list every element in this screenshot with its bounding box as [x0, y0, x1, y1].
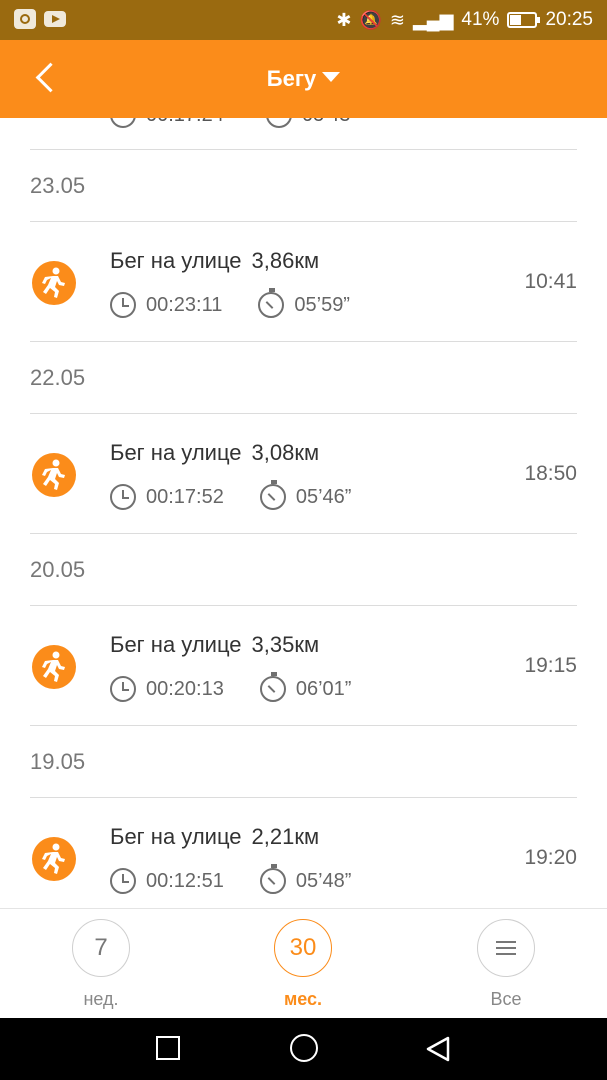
clock-icon	[110, 484, 136, 510]
stopwatch-icon	[259, 672, 286, 702]
distance: 3,08км	[251, 440, 320, 465]
clock-time: 20:25	[545, 9, 593, 30]
week-circle: 7	[72, 919, 130, 977]
list-item[interactable]: Бег на улице 3,35км 00:20:13 06’01” 19:15	[30, 606, 577, 726]
list-item[interactable]: Бег на улице 2,21км 00:12:51 05’48” 19:20	[30, 798, 577, 908]
battery-icon	[507, 12, 541, 28]
clock-icon	[110, 676, 136, 702]
tab-all[interactable]: Все	[446, 919, 566, 1010]
running-icon	[32, 837, 76, 881]
entry-meta: 00:12:51 05’48”	[110, 864, 352, 894]
date-header: 22.05	[30, 342, 577, 414]
entry-title: Бег на улице 3,86км	[110, 248, 319, 274]
notification-icons	[14, 9, 66, 29]
date-header: 20.05	[30, 534, 577, 606]
tab-label: Все	[490, 989, 522, 1009]
stopwatch-icon	[259, 480, 286, 510]
pace: 05’48”	[295, 869, 352, 892]
clock-icon	[110, 118, 136, 128]
activity-name: Бег на улице	[110, 248, 242, 273]
youtube-icon	[44, 11, 66, 27]
duration: 00:12:51	[146, 869, 224, 892]
distance: 2,21км	[251, 824, 320, 849]
date-header: 23.05	[30, 150, 577, 222]
pace: 06’01”	[295, 677, 352, 700]
mute-icon: 🔕	[359, 10, 382, 30]
caret-down-icon	[322, 72, 341, 83]
activity-name: Бег на улице	[110, 824, 242, 849]
list-item[interactable]: Бег на улице 3,08км 00:17:52 05’46” 18:50	[30, 414, 577, 534]
activity-list[interactable]: 00:17:24 05'43" 23.05 Бег на улице 3,86км…	[0, 118, 607, 908]
start-time: 10:41	[524, 270, 577, 293]
distance: 3,35км	[251, 632, 320, 657]
clock-icon	[110, 868, 136, 894]
status-bar: ✱ 🔕 ≋ ▂▄▆ 41% 20:25	[0, 0, 607, 40]
start-time: 19:15	[524, 654, 577, 677]
wifi-icon: ≋	[389, 10, 405, 30]
running-icon	[32, 261, 76, 305]
status-indicators: ✱ 🔕 ≋ ▂▄▆ 41% 20:25	[336, 8, 593, 32]
month-circle: 30	[274, 919, 332, 977]
tab-label: мес.	[283, 989, 323, 1009]
system-nav-bar	[0, 1018, 607, 1080]
activity-type-selector[interactable]: Бегу	[0, 66, 607, 92]
tab-label: нед.	[83, 989, 119, 1009]
duration: 00:20:13	[146, 677, 224, 700]
start-time: 19:20	[524, 846, 577, 869]
menu-icon	[496, 937, 516, 959]
pace: 05’59”	[294, 293, 350, 316]
signal-icon: ▂▄▆	[412, 10, 454, 30]
page-title: Бегу	[266, 66, 317, 91]
entry-title: Бег на улице 3,35км	[110, 632, 319, 658]
list-item-partial[interactable]: 00:17:24 05'43"	[30, 118, 577, 150]
running-icon	[32, 453, 76, 497]
bluetooth-icon: ✱	[336, 10, 352, 30]
activity-name: Бег на улице	[110, 632, 242, 657]
duration-text: 00:17:24	[146, 118, 224, 127]
date-header: 19.05	[30, 726, 577, 798]
distance: 3,86км	[251, 248, 320, 273]
all-circle	[477, 919, 535, 977]
list-item[interactable]: Бег на улице 3,86км 00:23:11 05’59” 10:41	[30, 222, 577, 342]
home-button[interactable]	[290, 1034, 318, 1062]
pace: 05’46”	[295, 485, 352, 508]
duration: 00:17:52	[146, 485, 224, 508]
entry-meta: 00:17:52 05’46”	[110, 480, 352, 510]
entry-title: Бег на улице 3,08км	[110, 440, 319, 466]
entry-meta: 00:20:13 06’01”	[110, 672, 352, 702]
app-header: Бегу	[0, 40, 607, 118]
running-icon	[32, 645, 76, 689]
tab-week[interactable]: 7 нед.	[41, 919, 161, 1010]
activity-name: Бег на улице	[110, 440, 242, 465]
tab-month[interactable]: 30 мес.	[243, 919, 363, 1010]
pace-text: 05'43"	[302, 118, 357, 127]
recents-button[interactable]	[156, 1036, 180, 1060]
pace-icon	[266, 118, 292, 128]
back-nav-button[interactable]	[424, 1035, 452, 1063]
stopwatch-icon	[258, 288, 285, 318]
entry-title: Бег на улице 2,21км	[110, 824, 319, 850]
start-time: 18:50	[524, 462, 577, 485]
duration: 00:23:11	[146, 293, 223, 316]
clock-icon	[110, 292, 136, 318]
app-notification-icon	[14, 9, 36, 29]
entry-meta: 00:23:11 05’59”	[110, 288, 350, 318]
battery-percent: 41%	[461, 9, 500, 30]
period-tabbar: 7 нед. 30 мес. Все	[0, 908, 607, 1018]
stopwatch-icon	[259, 864, 286, 894]
